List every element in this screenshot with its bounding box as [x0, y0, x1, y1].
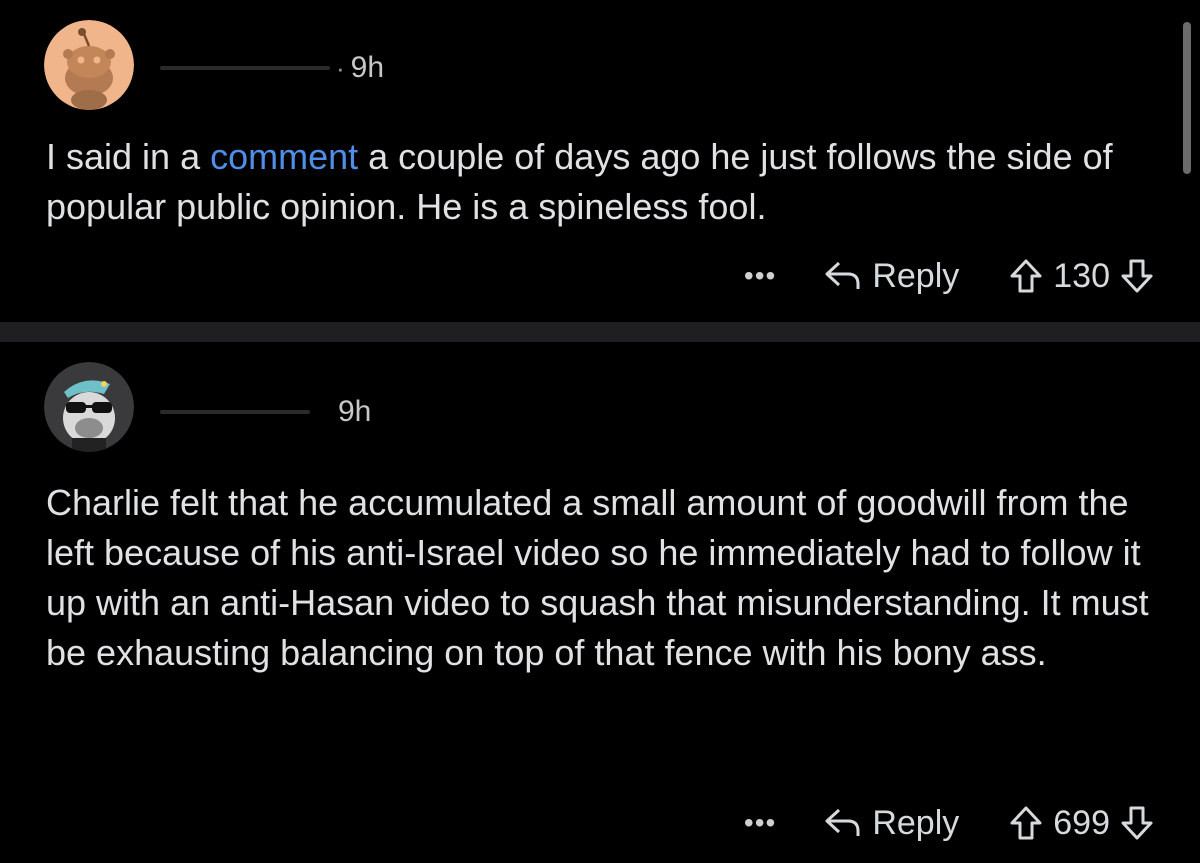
- user-avatar[interactable]: [44, 20, 134, 110]
- reply-label: Reply: [872, 803, 960, 842]
- comment-time: 9h: [338, 395, 372, 428]
- vote-count: 130: [1053, 256, 1110, 295]
- upvote-arrow-icon[interactable]: [1009, 258, 1043, 294]
- snoo-sunglasses-avatar-icon: [44, 362, 134, 452]
- user-avatar[interactable]: [44, 362, 134, 452]
- reply-arrow-icon: [825, 808, 860, 836]
- reply-label: Reply: [872, 256, 960, 295]
- more-options-button[interactable]: •••: [744, 807, 776, 839]
- comment-body: I said in a comment a couple of days ago…: [46, 132, 1156, 232]
- comment-meta: · 9h: [160, 48, 384, 88]
- meta-separator: ·: [336, 52, 345, 83]
- upvote-arrow-icon[interactable]: [1009, 805, 1043, 841]
- comment-actions: ••• Reply 130: [744, 248, 1154, 304]
- comment-body: Charlie felt that he accumulated a small…: [46, 482, 1149, 673]
- comment-time: 9h: [350, 51, 385, 84]
- snoo-avatar-icon: [44, 20, 134, 110]
- vote-controls: 699: [1009, 804, 1154, 843]
- downvote-arrow-icon[interactable]: [1120, 805, 1154, 841]
- comment-actions: ••• Reply 699: [744, 795, 1154, 851]
- reply-button[interactable]: Reply: [824, 257, 959, 296]
- redacted-username[interactable]: [160, 410, 310, 414]
- downvote-arrow-icon[interactable]: [1120, 258, 1154, 294]
- reply-arrow-icon: [825, 261, 860, 289]
- comment-1: · 9h I said in a comment a couple of day…: [0, 0, 1200, 322]
- comment-divider: [0, 322, 1200, 342]
- comment-link[interactable]: comment: [210, 136, 358, 177]
- scrollbar[interactable]: [1183, 22, 1191, 174]
- vote-controls: 130: [1009, 257, 1154, 296]
- comment-meta: 9h: [160, 392, 371, 432]
- reply-button[interactable]: Reply: [824, 804, 959, 843]
- more-options-button[interactable]: •••: [744, 260, 776, 292]
- redacted-username[interactable]: [160, 66, 330, 70]
- comment-text: I said in a: [46, 136, 211, 177]
- vote-count: 699: [1053, 803, 1110, 842]
